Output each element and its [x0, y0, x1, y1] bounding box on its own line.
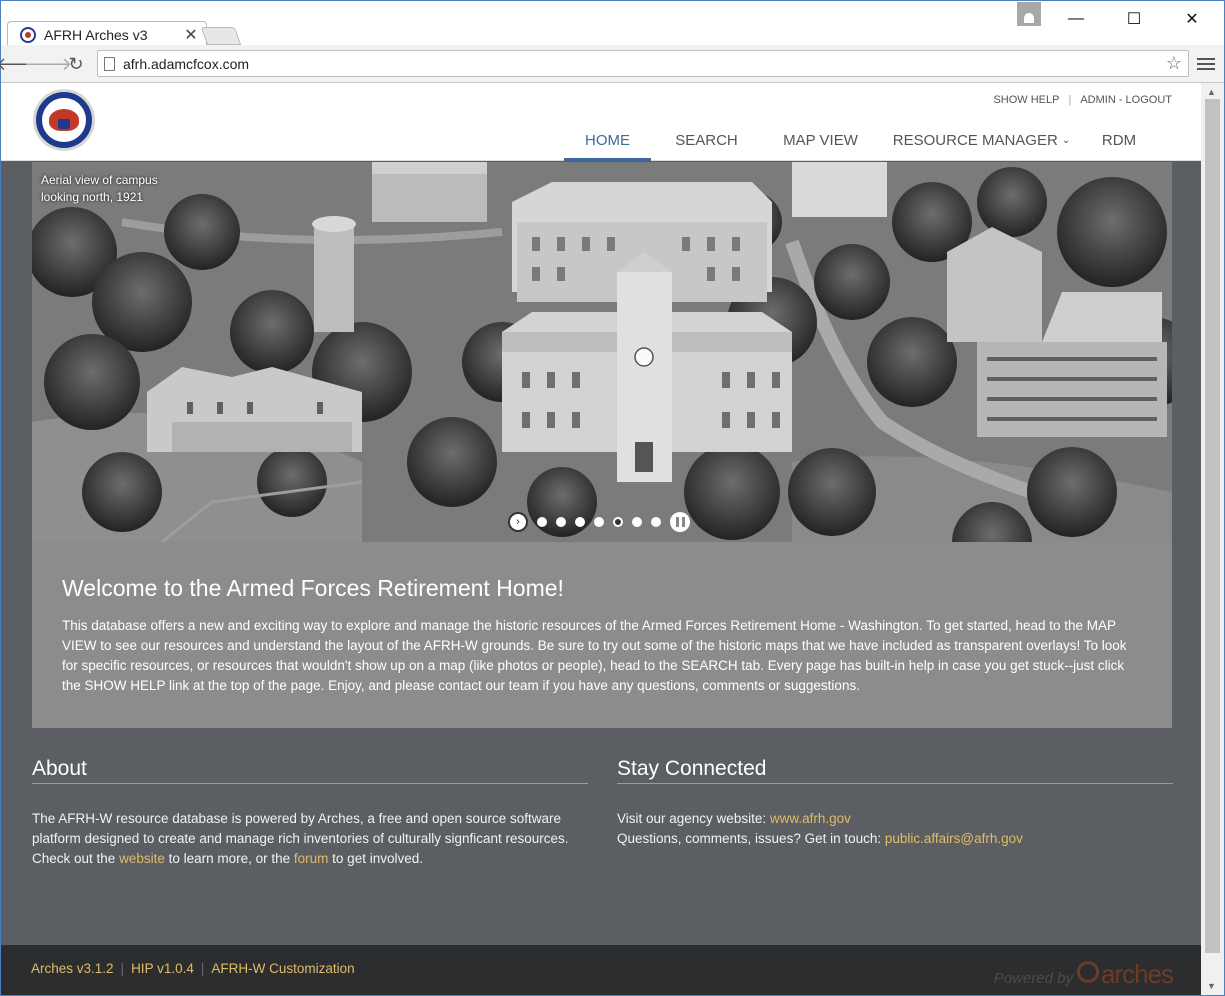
nav-home[interactable]: HOME	[564, 113, 651, 161]
afrh-customization-link[interactable]: AFRH-W Customization	[211, 961, 354, 976]
nav-search-label: SEARCH	[675, 132, 738, 149]
about-section: About The AFRH-W resource database is po…	[32, 757, 588, 869]
website-link[interactable]: website	[119, 851, 165, 866]
close-window-button[interactable]: ✕	[1169, 5, 1215, 33]
nav-resource-manager-label: RESOURCE MANAGER	[892, 132, 1058, 149]
browser-toolbar: 🡐 🡒 ↻ afrh.adamcfcox.com ☆	[0, 45, 1224, 83]
nav-rdm-label: RDM	[1101, 132, 1137, 149]
carousel-pager: ›	[508, 512, 690, 532]
aerial-campus-photo	[32, 162, 1172, 542]
tab-title: AFRH Arches v3	[44, 26, 148, 43]
profile-icon[interactable]	[1017, 2, 1041, 26]
carousel-dot[interactable]	[537, 517, 547, 527]
stay-connected-section: Stay Connected Visit our agency website:…	[617, 757, 1173, 849]
nav-map-view-label: MAP VIEW	[783, 132, 858, 149]
stay-connected-title: Stay Connected	[617, 757, 1173, 784]
url-text[interactable]: afrh.adamcfcox.com	[123, 56, 249, 72]
divider: |	[120, 961, 125, 976]
footer-links: Arches v3.1.2 | HIP v1.0.4 | AFRH-W Cust…	[31, 961, 355, 976]
divider: |	[1068, 94, 1072, 106]
carousel-dot-current[interactable]	[613, 517, 623, 527]
hero-caption-line-2: looking north, 1921	[41, 190, 144, 204]
scroll-up-icon[interactable]: ▲	[1207, 87, 1216, 97]
nav-rdm[interactable]: RDM	[1084, 113, 1154, 161]
arches-brand: arches	[1100, 959, 1174, 989]
arches-logo-icon	[1076, 961, 1099, 983]
page-scrollbar[interactable]: ▲ ▼	[1201, 83, 1224, 995]
agency-website-text: Visit our agency website:	[617, 811, 770, 826]
powered-by-text: Powered by	[993, 970, 1073, 987]
page-viewport: SHOW HELP | ADMIN - LOGOUT HOME SEARCH M…	[1, 83, 1201, 995]
site-header: SHOW HELP | ADMIN - LOGOUT HOME SEARCH M…	[1, 83, 1201, 161]
powered-by-arches[interactable]: Powered by arches	[993, 959, 1174, 990]
favicon-icon	[20, 26, 36, 43]
scroll-down-icon[interactable]: ▼	[1207, 981, 1216, 991]
about-title: About	[32, 757, 588, 784]
welcome-panel: Welcome to the Armed Forces Retirement H…	[32, 542, 1172, 728]
admin-logout-link[interactable]: ADMIN - LOGOUT	[1080, 94, 1172, 106]
logo-seal	[42, 98, 86, 142]
browser-tab[interactable]: AFRH Arches v3 ✕	[7, 21, 207, 47]
welcome-body: This database offers a new and exciting …	[62, 618, 1127, 693]
eagle-icon	[49, 109, 79, 131]
stay-connected-text: Visit our agency website: www.afrh.gov Qu…	[617, 809, 1173, 849]
site-footer: Arches v3.1.2 | HIP v1.0.4 | AFRH-W Cust…	[1, 945, 1201, 995]
scroll-thumb[interactable]	[1205, 99, 1220, 953]
afrh-logo[interactable]	[33, 89, 95, 151]
address-bar[interactable]: afrh.adamcfcox.com ☆	[97, 50, 1189, 77]
pause-icon[interactable]	[670, 512, 690, 532]
welcome-title: Welcome to the Armed Forces Retirement H…	[62, 575, 564, 601]
carousel-dot[interactable]	[575, 517, 585, 527]
chevron-down-icon: ⌄	[1061, 135, 1071, 146]
contact-email-link[interactable]: public.affairs@afrh.gov	[885, 831, 1023, 846]
about-text-2: to learn more, or the	[164, 851, 294, 866]
about-text-3: to get involved.	[328, 851, 423, 866]
agency-website-link[interactable]: www.afrh.gov	[770, 811, 851, 826]
play-icon[interactable]: ›	[508, 512, 528, 532]
hero-caption-line-1: Aerial view of campus	[41, 173, 158, 187]
utility-links: SHOW HELP | ADMIN - LOGOUT	[993, 94, 1172, 106]
tab-close-icon[interactable]: ✕	[182, 25, 200, 45]
forward-icon[interactable]: 🡒	[24, 53, 72, 75]
contact-text: Questions, comments, issues? Get in touc…	[617, 831, 885, 846]
nav-home-label: HOME	[585, 132, 630, 149]
carousel-dot[interactable]	[556, 517, 566, 527]
hero-carousel: Aerial view of campus looking north, 192…	[32, 162, 1172, 542]
hip-version-link[interactable]: HIP v1.0.4	[131, 961, 194, 976]
browser-titlebar: AFRH Arches v3 ✕ — ☐ ✕	[1, 1, 1224, 47]
carousel-dot[interactable]	[632, 517, 642, 527]
nav-map-view[interactable]: MAP VIEW	[762, 113, 879, 161]
arches-version-link[interactable]: Arches v3.1.2	[31, 961, 114, 976]
reload-icon[interactable]: ↻	[65, 53, 87, 75]
about-text: The AFRH-W resource database is powered …	[32, 809, 588, 869]
divider: |	[200, 961, 205, 976]
show-help-link[interactable]: SHOW HELP	[993, 94, 1059, 106]
carousel-dot[interactable]	[594, 517, 604, 527]
new-tab-button[interactable]	[200, 27, 242, 45]
page-icon	[104, 56, 115, 71]
carousel-dot[interactable]	[651, 517, 661, 527]
minimize-button[interactable]: —	[1053, 5, 1099, 33]
forum-link[interactable]: forum	[294, 851, 329, 866]
bookmark-star-icon[interactable]: ☆	[1166, 53, 1182, 74]
nav-search[interactable]: SEARCH	[651, 113, 762, 161]
nav-resource-manager[interactable]: RESOURCE MANAGER ⌄	[879, 113, 1084, 161]
maximize-button[interactable]: ☐	[1111, 5, 1157, 33]
hero-caption: Aerial view of campus looking north, 192…	[41, 172, 158, 206]
browser-menu-icon[interactable]	[1197, 53, 1215, 75]
main-nav: HOME SEARCH MAP VIEW RESOURCE MANAGER ⌄ R…	[564, 113, 1154, 161]
